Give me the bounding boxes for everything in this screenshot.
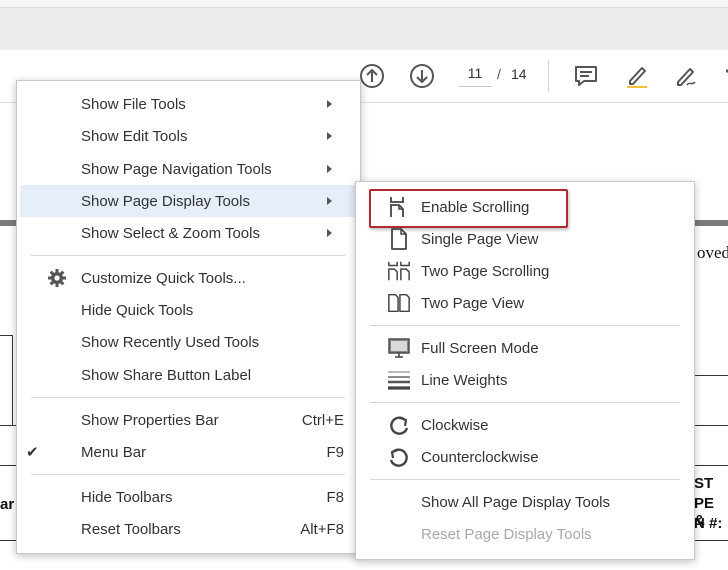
document-fragment: oved (697, 243, 728, 262)
menu-separator (370, 402, 680, 403)
submenu-item-label: Two Page Scrolling (421, 262, 550, 280)
menu-item-label: Show Page Display Tools (81, 192, 250, 210)
menu-item-shortcut: F8 (326, 488, 344, 506)
submenu-item-label: Line Weights (421, 371, 508, 389)
menu-item-label: Hide Quick Tools (81, 301, 194, 319)
menu-item-label: Reset Toolbars (81, 520, 181, 538)
menu-item-label: Show Share Button Label (81, 366, 252, 384)
highlight-button[interactable] (624, 63, 650, 89)
menu-item-label: Customize Quick Tools... (81, 269, 246, 287)
sign-pen-icon (677, 68, 696, 86)
menu-item-shortcut: Alt+F8 (300, 520, 344, 538)
more-tools-button[interactable] (718, 63, 728, 89)
menu-separator (370, 479, 680, 480)
submenu-item-full-screen-mode[interactable]: Full Screen Mode (356, 332, 694, 364)
comment-button[interactable] (573, 63, 599, 89)
submenu-item-label: Counterclockwise (421, 448, 539, 466)
previous-page-button[interactable] (359, 63, 385, 89)
rotate-counterclockwise-icon (387, 446, 411, 468)
two-page-scrolling-icon (387, 260, 411, 282)
submenu-item-show-all-page-display-tools[interactable]: Show All Page Display Tools (356, 486, 694, 518)
menu-item-show-file-tools[interactable]: Show File Tools (17, 88, 360, 120)
menu-item-show-page-navigation-tools[interactable]: Show Page Navigation Tools (17, 153, 360, 185)
toolbar-divider (548, 60, 549, 92)
menu-item-label: Show Page Navigation Tools (81, 160, 272, 178)
menu-item-show-select-zoom-tools[interactable]: Show Select & Zoom Tools (17, 217, 360, 249)
menu-item-hide-toolbars[interactable]: Hide Toolbars F8 (17, 481, 360, 513)
menu-item-shortcut: Ctrl+E (301, 411, 344, 429)
next-page-button[interactable] (409, 63, 435, 89)
page-number-input[interactable]: 11 (458, 60, 492, 87)
arrow-down-circle-icon (410, 64, 434, 88)
arrow-up-circle-icon (360, 64, 384, 88)
submenu-item-line-weights[interactable]: Line Weights (356, 364, 694, 396)
submenu-item-label: Single Page View (421, 230, 539, 248)
menu-item-label: Menu Bar (81, 443, 147, 461)
menu-item-reset-toolbars[interactable]: Reset Toolbars Alt+F8 (17, 513, 360, 545)
page-separator: / (497, 66, 501, 82)
submenu-item-label: Clockwise (421, 416, 489, 434)
submenu-item-reset-page-display-tools: Reset Page Display Tools (356, 518, 694, 550)
sign-button[interactable] (673, 63, 699, 89)
menu-item-shortcut: F9 (326, 443, 344, 461)
submenu-item-two-page-view[interactable]: Two Page View (356, 287, 694, 319)
context-menu: Show File Tools Show Edit Tools Show Pag… (16, 80, 361, 554)
submenu-item-clockwise[interactable]: Clockwise (356, 409, 694, 441)
comment-icon (575, 66, 597, 86)
submenu-arrow-icon (327, 229, 332, 237)
submenu-arrow-icon (327, 197, 332, 205)
submenu-item-single-page-view[interactable]: Single Page View (356, 223, 694, 255)
document-fragment: N #: (694, 515, 723, 532)
document-fragment: ar (0, 496, 15, 513)
menu-item-show-edit-tools[interactable]: Show Edit Tools (17, 120, 360, 152)
menu-item-show-recently-used-tools[interactable]: Show Recently Used Tools (17, 326, 360, 358)
checkmark-icon: ✔ (26, 444, 39, 461)
menu-item-label: Show Edit Tools (81, 127, 188, 145)
menu-item-label: Show Properties Bar (81, 411, 219, 429)
highlight-pen-icon (627, 67, 647, 88)
submenu-item-label: Two Page View (421, 294, 525, 312)
menu-separator (370, 325, 680, 326)
submenu-item-counterclockwise[interactable]: Counterclockwise (356, 441, 694, 473)
submenu-arrow-icon (327, 165, 332, 173)
menu-item-hide-quick-tools[interactable]: Hide Quick Tools (17, 294, 360, 326)
submenu-arrow-icon (327, 132, 332, 140)
submenu-item-label: Full Screen Mode (421, 339, 539, 357)
single-page-icon (387, 228, 411, 250)
menu-item-label: Show Recently Used Tools (81, 333, 260, 351)
menu-item-customize-quick-tools[interactable]: Customize Quick Tools... (17, 262, 360, 294)
submenu-arrow-icon (327, 100, 332, 108)
menu-item-show-page-display-tools[interactable]: Show Page Display Tools (20, 185, 357, 217)
menu-item-menu-bar[interactable]: ✔ Menu Bar F9 (17, 436, 360, 468)
submenu-item-label: Reset Page Display Tools (421, 525, 592, 543)
tab-bar (0, 7, 728, 51)
menu-item-show-properties-bar[interactable]: Show Properties Bar Ctrl+E (17, 404, 360, 436)
page-display-submenu: Enable Scrolling Single Page View Two Pa… (355, 181, 695, 560)
document-fragment: ST (694, 475, 714, 492)
menu-separator (31, 474, 345, 475)
page-total: 14 (511, 66, 527, 82)
window-top-strip (0, 0, 728, 7)
submenu-item-label: Show All Page Display Tools (421, 493, 610, 511)
menu-separator (31, 255, 345, 256)
menu-item-label: Hide Toolbars (81, 488, 173, 506)
menu-separator (31, 397, 345, 398)
menu-item-show-share-button-label[interactable]: Show Share Button Label (17, 359, 360, 391)
menu-item-label: Show File Tools (81, 95, 186, 113)
monitor-icon (387, 337, 411, 359)
two-page-view-icon (387, 292, 411, 314)
more-tools-icon (726, 69, 728, 73)
submenu-item-two-page-scrolling[interactable]: Two Page Scrolling (356, 255, 694, 287)
rotate-clockwise-icon (387, 414, 411, 436)
menu-item-label: Show Select & Zoom Tools (81, 224, 260, 242)
gear-icon (47, 269, 67, 287)
line-weights-icon (387, 369, 411, 391)
